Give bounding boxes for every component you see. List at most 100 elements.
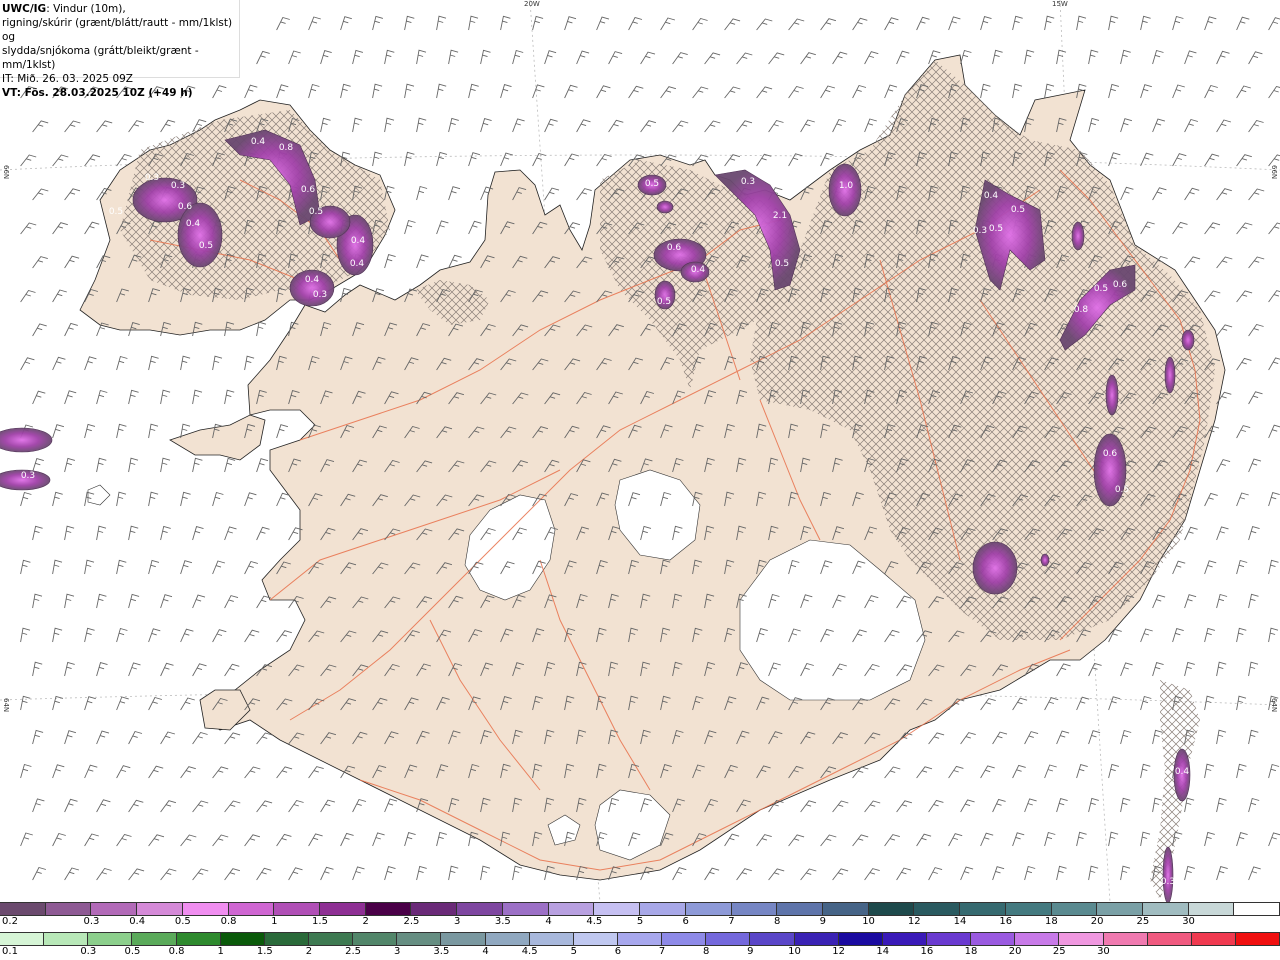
wind-barb [436,220,449,235]
wind-barb [160,389,171,405]
wind-barb [244,355,255,371]
wind-barb [704,867,720,881]
wind-barb [1172,84,1185,99]
wind-barb [704,120,721,133]
wind-barb [1152,49,1164,65]
wind-barb [1108,831,1119,847]
wind-barb [1204,290,1221,303]
wind-barb [596,85,611,99]
wind-barb [1216,526,1229,541]
lat-label-66n-right: 66N [1270,165,1278,180]
wind-barb [224,457,236,473]
wind-barb [352,49,364,65]
wind-barb [244,834,261,847]
wind-barb [276,424,289,439]
wind-barb [320,50,332,65]
wind-barb [1184,797,1195,813]
legend-tick: 9 [747,946,754,957]
wind-barb [544,118,558,133]
precip-value-label: 0.6 [178,202,193,212]
legend-swatch [176,933,221,945]
wind-barb [64,730,77,745]
wind-barb [1012,764,1026,779]
wind-barb [224,595,239,609]
wind-barb [1204,153,1220,167]
wind-barb [84,696,96,711]
wind-barb [308,16,321,31]
wind-barb [852,17,868,31]
wind-barb [564,84,578,99]
wind-barb [192,526,204,541]
wind-barb [1012,83,1023,99]
wind-barb [64,661,75,677]
color-legends: 0.2 0.3 0.4 0.5 0.8 1 1.5 2 2.5 3 3.5 4 4.5 5 6 7 8 9 10 12… [0,902,1280,960]
valid-time: VT: Fös. 28.03.2025 10Z (+49 h) [2,87,193,99]
legend-tick: 3.5 [494,916,511,927]
wind-barb [1140,152,1154,167]
wind-barb [52,832,66,847]
wind-barb [1184,865,1195,881]
wind-barb [1268,627,1279,643]
wind-barb [960,49,972,65]
precip-value-label: 0.5 [109,207,123,217]
wind-barb [884,17,899,31]
wind-barb [736,52,753,65]
wind-barb [116,833,132,847]
wind-barb [1184,594,1197,609]
legend-swatch [794,933,839,945]
wind-barb [96,662,108,677]
wind-barb [948,765,964,779]
wind-barb [724,154,741,167]
wind-barb [20,763,32,779]
wind-barb [1056,798,1068,813]
wind-barb [96,457,107,473]
legend-tick: 1 [217,946,224,957]
wind-barb [480,118,492,133]
wind-barb [1236,425,1251,439]
wind-barb [148,696,163,711]
wind-barb [52,356,66,371]
wind-barb [256,458,269,473]
precip-value-label: 0.4 [350,259,365,269]
wind-barb [32,525,43,541]
wind-barb [1024,731,1039,745]
legend-swatch [264,933,309,945]
wind-barb [384,49,395,65]
wind-barb [276,766,293,779]
wind-barb [1088,730,1101,745]
wind-barb [32,866,47,881]
wind-barb [1204,695,1215,711]
wind-barb [1012,832,1025,847]
wind-barb [1108,763,1120,779]
wind-barb [160,868,177,881]
legend-tick: 10 [788,946,801,957]
wind-barb [980,765,995,779]
wind-barb [20,357,35,371]
legend-swatch [822,903,869,915]
wind-barb [1076,15,1087,31]
wind-barb [320,117,331,133]
legend-tick: 3 [394,946,401,957]
wind-barb [1140,84,1152,99]
wind-barb [820,834,837,847]
legend-swatch [88,933,133,945]
wind-barb [1120,865,1131,881]
wind-barb [1204,16,1217,31]
wind-barb [276,833,292,847]
wind-barb [1044,15,1055,31]
wind-barb [1204,763,1215,779]
legend-swatch [1147,933,1192,945]
legend-swatch [220,933,265,945]
legend-tick: 6 [682,916,689,927]
wind-barb [788,85,804,99]
wind-barb [1216,729,1227,745]
wind-barb [864,868,880,881]
wind-barb [800,52,816,65]
precip-value-label: 0.3 [145,173,159,183]
wind-barb [884,84,898,99]
precip-value-label: 0.3 [313,290,327,300]
wind-barb [416,117,427,133]
precip-value-label: 0.5 [775,259,789,269]
wind-barb [180,766,196,779]
wind-barb [448,186,461,201]
